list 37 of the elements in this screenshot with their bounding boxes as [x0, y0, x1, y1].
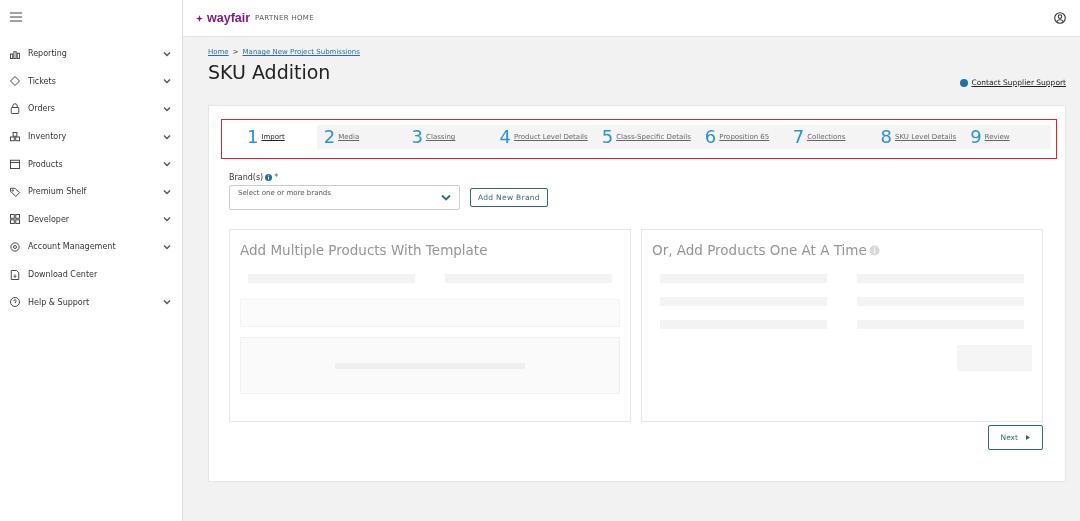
- required-mark: *: [274, 173, 279, 182]
- sidebar-item[interactable]: Developer: [0, 205, 182, 234]
- user-account-icon[interactable]: [1054, 12, 1066, 24]
- logo-text: wayfair: [207, 11, 251, 25]
- menu-icon[interactable]: [10, 12, 22, 22]
- chevron-down-icon: [441, 194, 451, 201]
- step-number: 9: [970, 128, 982, 146]
- field-label: Brand(s): [229, 173, 264, 182]
- logo-mark-icon: [196, 14, 203, 22]
- sidebar-item[interactable]: Help & Support: [0, 288, 182, 316]
- boxes-icon: [9, 130, 21, 143]
- sidebar-item[interactable]: Inventory: [0, 122, 182, 151]
- sidebar-item[interactable]: Download Center: [0, 260, 182, 289]
- sidebar-item[interactable]: Products: [0, 150, 182, 178]
- step-number: 6: [704, 128, 717, 146]
- sidebar-item[interactable]: Account Management: [0, 233, 182, 261]
- bag-icon: [9, 103, 21, 115]
- grid-icon: [9, 213, 21, 226]
- card-title: Or, Add Products One At A Time: [652, 242, 867, 258]
- label-icon: [9, 185, 21, 198]
- caret-right-icon: [1026, 435, 1030, 440]
- step-number: 4: [499, 128, 511, 146]
- card-title: Add Multiple Products With Template: [240, 242, 488, 258]
- sidebar-item[interactable]: Premium Shelf: [0, 177, 182, 206]
- download-file-icon: [9, 268, 21, 281]
- sidebar-item[interactable]: Tickets: [0, 67, 182, 96]
- tag-icon: [9, 75, 21, 88]
- step-number: 7: [792, 128, 805, 146]
- page-title: SKU Addition: [208, 61, 332, 83]
- step-number: 8: [880, 128, 892, 146]
- sidebar-item[interactable]: Orders: [0, 95, 182, 123]
- step-number: 2: [323, 128, 336, 146]
- step-number: 5: [601, 128, 614, 146]
- step-number: 1: [247, 128, 259, 146]
- info-icon: [265, 174, 273, 181]
- sidebar-item[interactable]: Reporting: [0, 40, 182, 68]
- step-number: 3: [411, 128, 424, 146]
